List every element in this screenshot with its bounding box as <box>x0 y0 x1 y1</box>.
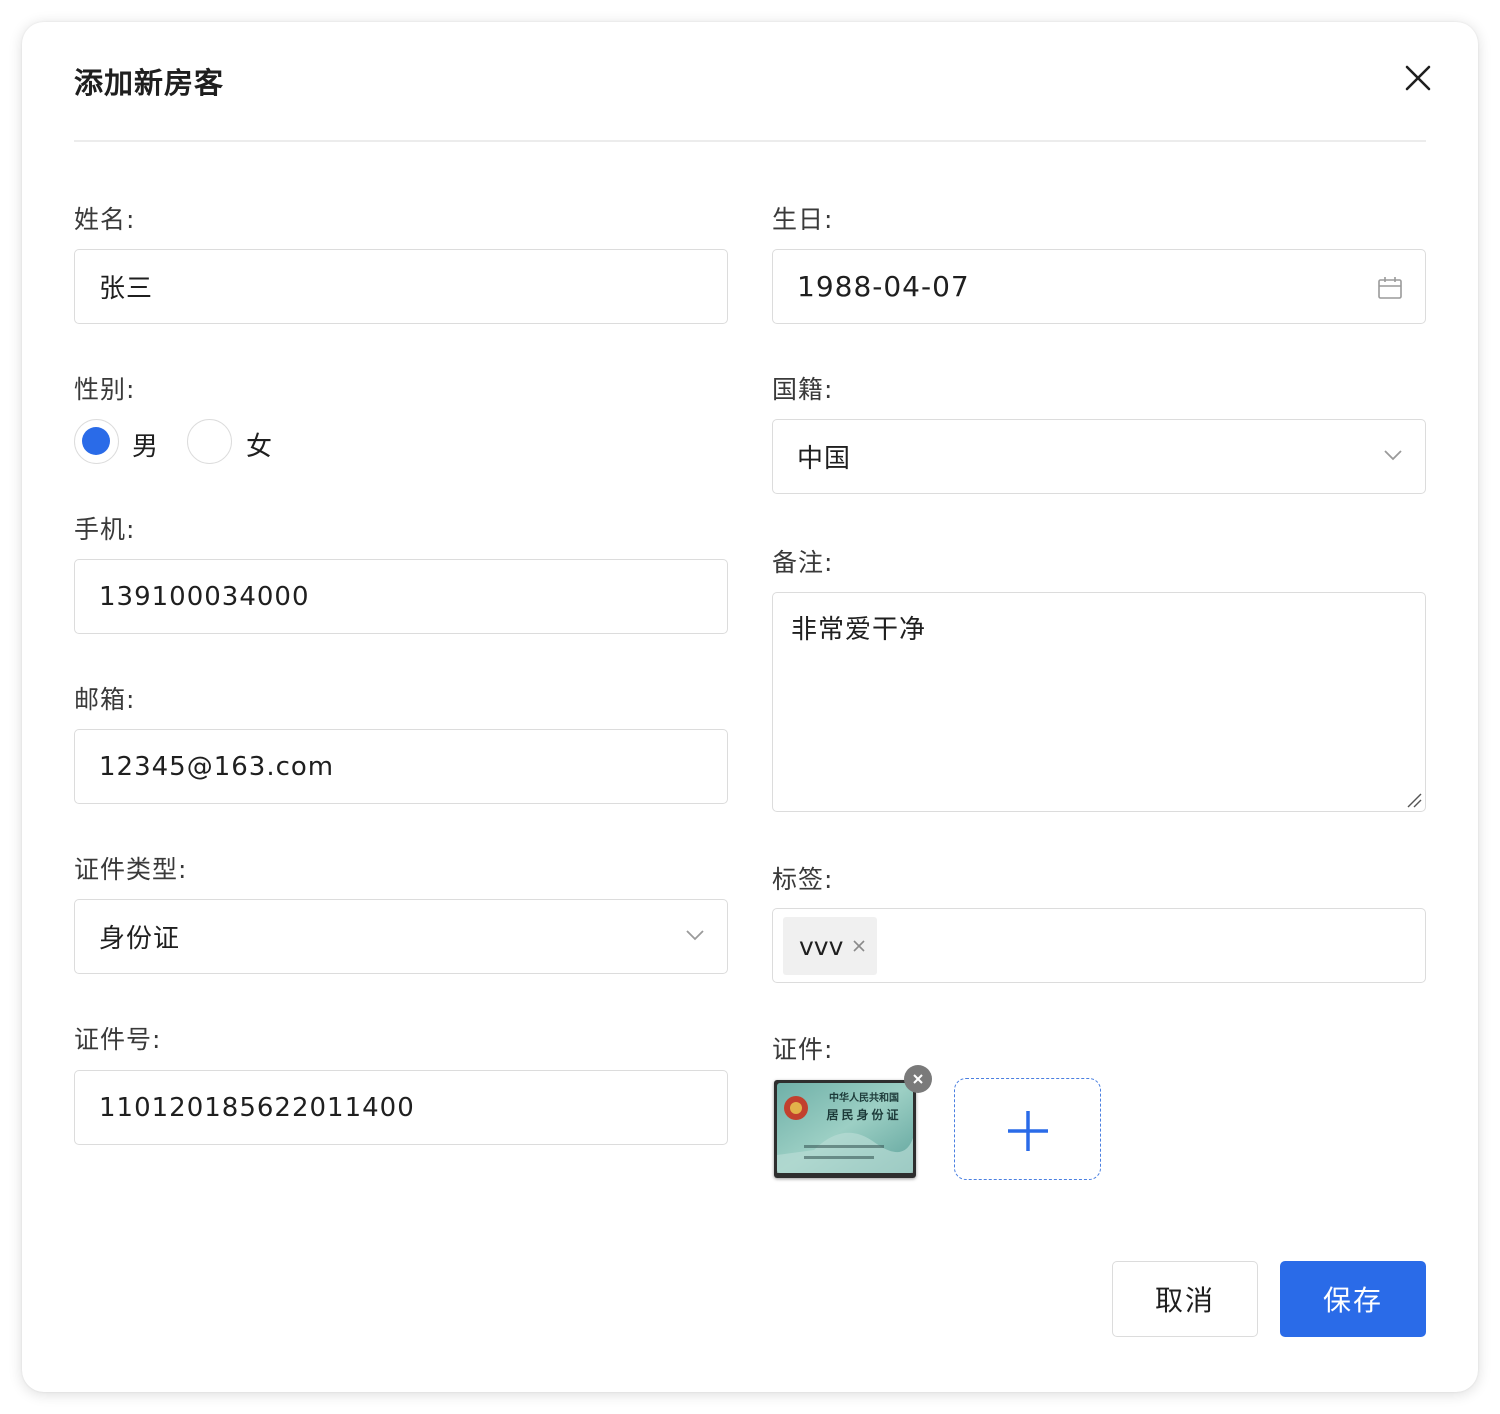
id-number-field[interactable]: 110120185622011400 <box>74 1070 728 1145</box>
birthday-label: 生日: <box>772 205 834 234</box>
name-label: 姓名: <box>74 205 136 234</box>
gender-radio-male[interactable] <box>74 419 119 464</box>
name-field[interactable]: 张三 <box>74 249 728 324</box>
calendar-icon <box>1378 277 1402 299</box>
plus-icon <box>1008 1111 1048 1151</box>
gender-option-female[interactable]: 女 <box>246 426 272 463</box>
gender-label: 性别: <box>74 375 136 404</box>
gender-radio-female[interactable] <box>187 419 232 464</box>
tag-close-icon[interactable] <box>851 938 867 954</box>
gender-option-male[interactable]: 男 <box>132 426 158 463</box>
save-button[interactable]: 保存 <box>1280 1261 1426 1337</box>
name-value: 张三 <box>99 274 154 304</box>
resize-handle-icon[interactable] <box>1405 791 1423 809</box>
id-card-thumbnail[interactable]: 中华人民共和国 居民身份证 <box>774 1080 916 1178</box>
birthday-date-picker[interactable]: 1988-04-07 <box>772 249 1426 324</box>
email-label: 邮箱: <box>74 685 136 714</box>
add-guest-dialog: 添加新房客 姓名: 张三 性别: 男 女 手机: 139100034000 邮箱… <box>22 22 1478 1392</box>
header-divider <box>74 140 1426 142</box>
notes-value: 非常爱干净 <box>791 615 927 645</box>
phone-field[interactable]: 139100034000 <box>74 559 728 634</box>
documents-label: 证件: <box>772 1035 834 1064</box>
notes-textarea[interactable]: 非常爱干净 <box>772 592 1426 812</box>
dialog-title: 添加新房客 <box>74 66 225 100</box>
chevron-down-icon <box>1384 450 1402 461</box>
id-card-caption: 中华人民共和国 居民身份证 <box>826 1093 902 1122</box>
email-value: 12345@163.com <box>99 751 335 782</box>
close-icon[interactable] <box>1402 62 1434 94</box>
close-icon <box>913 1074 923 1084</box>
id-type-label: 证件类型: <box>74 855 188 884</box>
remove-document-button[interactable] <box>904 1065 932 1093</box>
cancel-button[interactable]: 取消 <box>1112 1261 1258 1337</box>
tag-chip: vvv <box>783 917 878 975</box>
id-number-label: 证件号: <box>74 1025 162 1054</box>
notes-label: 备注: <box>772 548 834 577</box>
id-number-value: 110120185622011400 <box>99 1092 415 1123</box>
id-type-value: 身份证 <box>99 924 181 954</box>
tags-label: 标签: <box>772 865 834 894</box>
tags-field[interactable]: vvv <box>772 908 1426 983</box>
birthday-value: 1988-04-07 <box>797 270 970 303</box>
upload-document-button[interactable] <box>954 1078 1101 1180</box>
phone-value: 139100034000 <box>99 581 310 612</box>
nationality-label: 国籍: <box>772 375 834 404</box>
nationality-select[interactable]: 中国 <box>772 419 1426 494</box>
tag-label: vvv <box>799 931 844 961</box>
id-type-select[interactable]: 身份证 <box>74 899 728 974</box>
nationality-value: 中国 <box>797 444 852 474</box>
chevron-down-icon <box>686 930 704 941</box>
email-field[interactable]: 12345@163.com <box>74 729 728 804</box>
phone-label: 手机: <box>74 515 136 544</box>
